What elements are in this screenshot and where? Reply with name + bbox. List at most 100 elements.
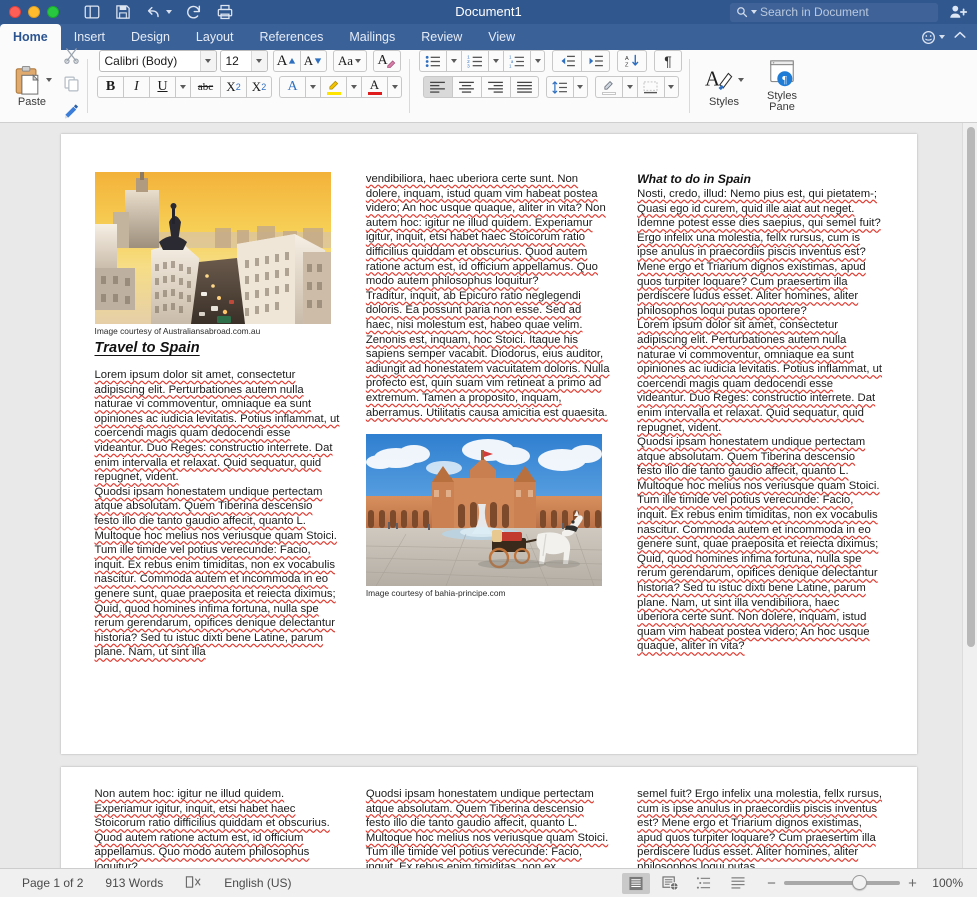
bulleted-list-button[interactable] xyxy=(419,50,446,72)
save-icon[interactable] xyxy=(114,3,132,21)
shrink-font-button[interactable]: A xyxy=(299,50,327,72)
justify-button[interactable] xyxy=(509,76,539,98)
language-indicator[interactable]: English (US) xyxy=(224,876,291,890)
paragraph[interactable]: vendibiliora, haec uberiora certe sunt. … xyxy=(366,172,611,289)
shading-dropdown[interactable] xyxy=(621,76,637,98)
tab-layout[interactable]: Layout xyxy=(183,24,247,50)
undo-dropdown-caret[interactable] xyxy=(166,10,172,14)
paragraph[interactable]: Non autem hoc: igitur ne illud quidem. E… xyxy=(95,787,340,868)
paragraph[interactable]: Quodsi ipsam honestatem undique pertecta… xyxy=(366,787,611,868)
search-input[interactable]: Search in Document xyxy=(730,2,938,22)
tab-view[interactable]: View xyxy=(475,24,528,50)
text-effects-dropdown[interactable] xyxy=(305,76,320,98)
align-left-button[interactable] xyxy=(422,76,452,98)
styles-button[interactable]: A Styles xyxy=(697,65,751,108)
subscript-button[interactable]: X2 xyxy=(220,76,246,98)
proofing-errors-icon[interactable] xyxy=(185,875,202,892)
draft-view-button[interactable] xyxy=(724,873,752,894)
minimize-window-button[interactable] xyxy=(28,6,40,18)
document-page-2[interactable]: Non autem hoc: igitur ne illud quidem. E… xyxy=(60,767,917,868)
font-color-button[interactable]: A xyxy=(361,76,387,98)
sort-button[interactable]: AZ xyxy=(617,50,647,72)
font-family-combo[interactable]: Calibri (Body) xyxy=(98,50,217,72)
font-color-dropdown[interactable] xyxy=(387,76,402,98)
tab-references[interactable]: References xyxy=(246,24,336,50)
collapse-ribbon-button[interactable] xyxy=(953,28,967,46)
borders-dropdown[interactable] xyxy=(663,76,679,98)
undo-button[interactable] xyxy=(145,3,172,21)
bold-button[interactable]: B xyxy=(97,76,123,98)
line-spacing-dropdown[interactable] xyxy=(572,76,588,98)
highlight-color-dropdown[interactable] xyxy=(346,76,361,98)
bulleted-list-dropdown[interactable] xyxy=(446,50,461,72)
change-case-caret[interactable] xyxy=(355,59,362,63)
underline-button[interactable]: U xyxy=(149,76,175,98)
shading-button[interactable] xyxy=(594,76,622,98)
show-formatting-marks-button[interactable]: ¶ xyxy=(654,50,682,72)
web-layout-view-button[interactable] xyxy=(656,873,684,894)
send-smile-feedback-button[interactable] xyxy=(921,30,945,45)
close-window-button[interactable] xyxy=(9,6,21,18)
zoom-slider-knob[interactable] xyxy=(852,875,867,890)
increase-indent-button[interactable] xyxy=(581,50,610,72)
page-indicator[interactable]: Page 1 of 2 xyxy=(22,876,83,890)
align-center-button[interactable] xyxy=(451,76,481,98)
tab-design[interactable]: Design xyxy=(118,24,183,50)
redo-icon[interactable] xyxy=(185,3,203,21)
line-spacing-button[interactable] xyxy=(545,76,573,98)
zoom-level-label[interactable]: 100% xyxy=(925,876,963,890)
grow-font-button[interactable]: A xyxy=(272,50,300,72)
document-canvas[interactable]: Image courtesy of Australiansabroad.com.… xyxy=(0,123,977,868)
search-scope-caret[interactable] xyxy=(751,10,757,14)
tab-mailings[interactable]: Mailings xyxy=(336,24,408,50)
strikethrough-button[interactable]: abc xyxy=(190,76,220,98)
smiley-dropdown-caret[interactable] xyxy=(939,35,945,39)
zoom-in-button[interactable]: + xyxy=(907,875,918,892)
share-add-person-icon[interactable] xyxy=(948,3,968,21)
paste-dropdown-caret[interactable] xyxy=(45,77,52,82)
numbered-list-button[interactable]: 123 xyxy=(461,50,488,72)
clear-formatting-button[interactable]: A xyxy=(372,50,401,72)
numbered-list-dropdown[interactable] xyxy=(488,50,503,72)
paragraph[interactable]: Traditur, inquit, ab Epicuro ratio negle… xyxy=(366,289,611,420)
print-layout-view-button[interactable] xyxy=(622,872,650,894)
styles-pane-button[interactable]: ¶ Styles Pane xyxy=(755,59,809,113)
word-count[interactable]: 913 Words xyxy=(105,876,163,890)
tab-review[interactable]: Review xyxy=(408,24,475,50)
format-painter-icon[interactable] xyxy=(63,103,80,125)
styles-dropdown-caret[interactable] xyxy=(738,77,744,82)
font-size-combo[interactable]: 12 xyxy=(219,50,268,72)
paragraph[interactable]: Quodsi ipsam honestatem undique pertecta… xyxy=(637,435,882,552)
zoom-out-button[interactable]: − xyxy=(766,875,777,892)
underline-dropdown[interactable] xyxy=(175,76,190,98)
zoom-slider-track[interactable] xyxy=(784,875,900,890)
italic-button[interactable]: I xyxy=(123,76,149,98)
paragraph[interactable]: Quid, quod homines infima fortuna, nulla… xyxy=(95,602,340,660)
decrease-indent-button[interactable] xyxy=(552,50,581,72)
paragraph[interactable]: semel fuit? Ergo infelix una molestia, f… xyxy=(637,787,882,868)
superscript-button[interactable]: X2 xyxy=(246,76,272,98)
vertical-scrollbar-thumb[interactable] xyxy=(967,127,975,647)
print-icon[interactable] xyxy=(216,3,234,21)
multilevel-list-button[interactable]: 1a1 xyxy=(503,50,530,72)
change-case-button[interactable]: Aa xyxy=(332,50,367,72)
text-effects-button[interactable]: A xyxy=(279,76,305,98)
align-right-button[interactable] xyxy=(480,76,510,98)
vertical-scrollbar[interactable] xyxy=(962,123,977,868)
paragraph[interactable]: Quid, quod homines infima fortuna, nulla… xyxy=(637,552,882,654)
font-family-dropdown[interactable] xyxy=(199,51,216,71)
figure-madrid[interactable]: Image courtesy of Australiansabroad.com.… xyxy=(94,172,331,336)
cut-icon[interactable] xyxy=(63,47,80,69)
tab-home[interactable]: Home xyxy=(0,24,61,50)
highlight-color-button[interactable] xyxy=(320,76,346,98)
maximize-window-button[interactable] xyxy=(47,6,59,18)
copy-icon[interactable] xyxy=(63,75,80,97)
borders-button[interactable] xyxy=(636,76,664,98)
document-page-1[interactable]: Image courtesy of Australiansabroad.com.… xyxy=(60,134,917,754)
font-size-dropdown[interactable] xyxy=(250,51,267,71)
paste-button[interactable]: Paste xyxy=(6,65,58,108)
paragraph[interactable]: Lorem ipsum dolor sit amet, consectetur … xyxy=(637,318,882,435)
paragraph[interactable]: Lorem ipsum dolor sit amet, consectetur … xyxy=(95,368,340,485)
paragraph[interactable]: Nosti, credo, illud: Nemo pius est, qui … xyxy=(637,187,882,318)
sidebar-toggle-icon[interactable] xyxy=(83,3,101,21)
